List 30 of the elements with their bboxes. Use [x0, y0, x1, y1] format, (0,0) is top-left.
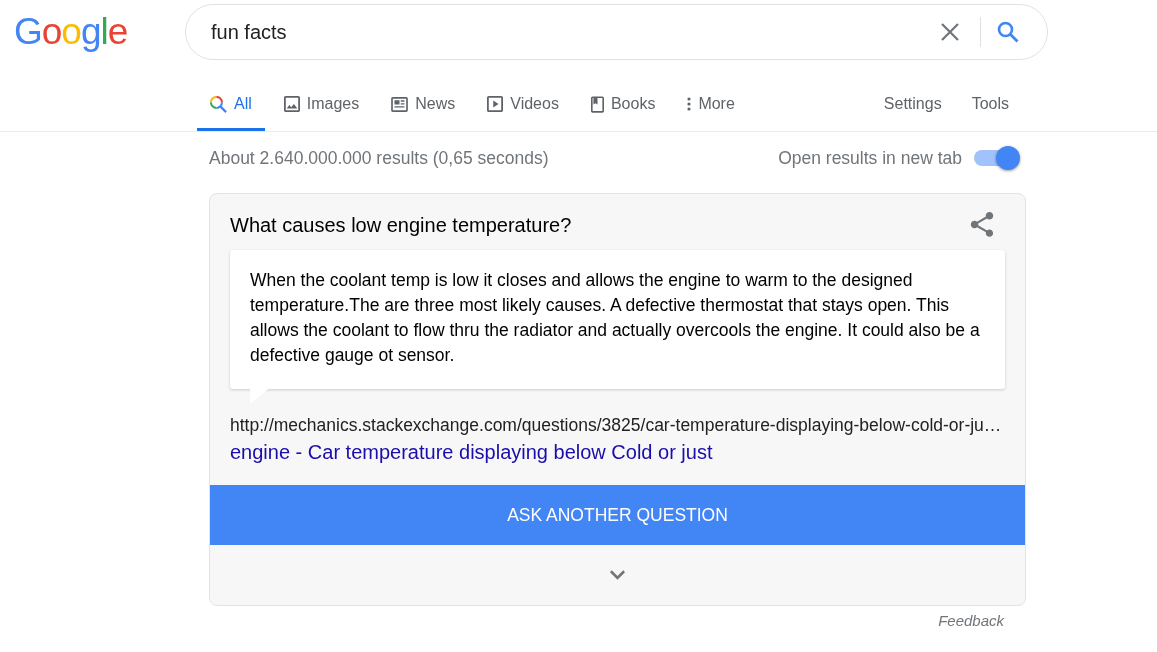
menu-link[interactable]: Tools [958, 84, 1022, 131]
image-icon [283, 96, 300, 112]
newspaper-icon [391, 96, 409, 112]
feedback-link[interactable]: Feedback [938, 612, 1004, 630]
result-stats: About 2.640.000.000 results (0,65 seconds) [209, 146, 549, 170]
menu-link[interactable]: Settings [870, 84, 955, 131]
ask-another-question-button[interactable]: ASK ANOTHER QUESTION [210, 485, 1025, 545]
toggle-switch[interactable] [974, 146, 1020, 170]
search-icon [997, 21, 1019, 43]
chevron-icon [610, 570, 625, 580]
search-tab[interactable]: Videos [474, 84, 572, 131]
book-icon [590, 95, 604, 113]
question-title: What causes low engine temperature? [230, 213, 572, 238]
search-tab[interactable]: News [378, 84, 469, 131]
logo[interactable]: Google [14, 12, 128, 52]
search-field[interactable]: fun facts [211, 17, 933, 47]
search-icon [210, 95, 227, 113]
search-tab[interactable]: More [674, 84, 748, 131]
close-icon [941, 23, 959, 41]
source-link[interactable]: engine - Car temperature displaying below Cold or just [230, 439, 713, 465]
play-icon [487, 96, 504, 112]
source-url: http://mechanics.stackexchange.com/questions/3825/car-temperature-displaying-below-cold-or-ju… [230, 414, 1003, 436]
share-icon [970, 212, 994, 238]
more-icon [687, 97, 692, 111]
search-tab[interactable]: Books [577, 84, 669, 131]
share-button[interactable] [969, 212, 995, 238]
toggle-label: Open results in new tab [778, 146, 962, 170]
search-tab[interactable]: All [197, 84, 265, 131]
answer-text: When the coolant temp is low it closes and allows the engine to warm to the designed temperature.The are three most likely causes. A defective thermostat that stays open. This allows the coolant to flow thru the radiator and actually overcools the engine. It could also be a defective gauge ot sensor. [250, 269, 981, 367]
search-tab[interactable]: Images [270, 84, 373, 131]
